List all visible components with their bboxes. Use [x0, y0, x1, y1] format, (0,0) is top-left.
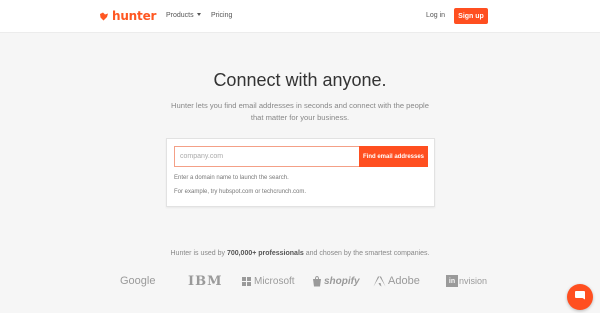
shopify-logo: shopify [312, 272, 360, 290]
microsoft-grid-icon [242, 276, 251, 286]
signup-button[interactable]: Sign up [454, 8, 488, 24]
ibm-logo: IBM [188, 273, 223, 289]
shopify-bag-icon [313, 275, 321, 286]
domain-search-input[interactable]: company.com [174, 146, 359, 167]
top-navigation-bar: hunter Products Pricing Log in Sign up [0, 0, 600, 33]
hero-subtitle: Hunter lets you find email addresses in … [171, 101, 429, 122]
logo-text: hunter [112, 9, 157, 23]
login-link[interactable]: Log in [426, 12, 445, 19]
hunter-logo[interactable]: hunter [99, 9, 156, 23]
chat-widget-button[interactable] [567, 284, 593, 310]
nav-products-menu[interactable]: Products [166, 12, 201, 19]
microsoft-logo-text: Microsoft [254, 275, 295, 287]
chevron-down-icon [196, 13, 201, 16]
nav-products-label: Products [166, 12, 194, 19]
social-proof-text: Hunter is used by 700,000+ professionals… [0, 250, 600, 257]
invision-logo-text: nvision [459, 276, 488, 286]
google-logo: Google [120, 275, 156, 287]
find-email-addresses-button[interactable]: Find email addresses [359, 146, 428, 167]
domain-search-card: company.com Find email addresses Enter a… [166, 138, 435, 207]
adobe-a-icon [373, 276, 386, 286]
adobe-logo-text: Adobe [388, 275, 420, 287]
search-hint: Enter a domain name to launch the search… [174, 175, 289, 181]
search-example-hint: For example, try hubspot.com or techcrun… [174, 189, 307, 195]
nav-pricing-link[interactable]: Pricing [211, 12, 232, 19]
customer-logos: Google IBM Microsoft shopify Adobe in nv… [0, 272, 600, 290]
invision-logo: in nvision [446, 272, 487, 290]
chat-icon [574, 288, 586, 306]
shopify-logo-text: shopify [324, 275, 360, 287]
trust-highlight: 700,000+ professionals [226, 250, 304, 257]
trust-suffix: and chosen by the smartest companies. [305, 250, 430, 257]
invision-box-icon: in [446, 275, 458, 287]
hunter-logo-icon [99, 12, 109, 21]
page-title: Connect with anyone. [213, 70, 387, 90]
trust-prefix: Hunter is used by [170, 250, 225, 257]
adobe-logo: Adobe [373, 272, 420, 290]
microsoft-logo: Microsoft [242, 272, 295, 290]
